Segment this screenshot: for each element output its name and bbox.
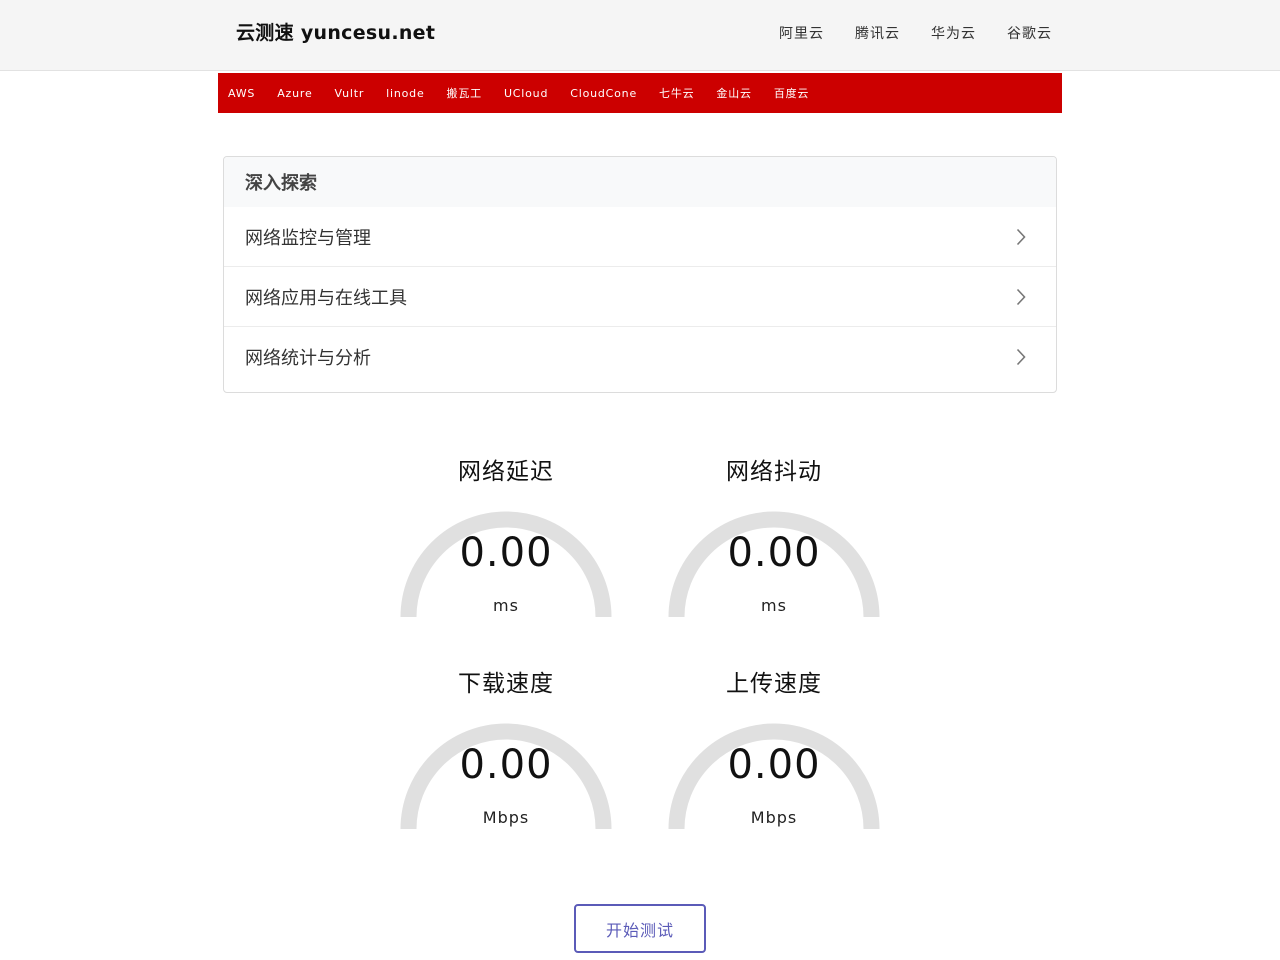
explore-panel-title: 深入探索: [224, 157, 1056, 207]
top-nav: 阿里云 腾讯云 华为云 谷歌云: [779, 23, 1083, 43]
provider-bar: AWS Azure Vultr linode 搬瓦工 UCloud CloudC…: [218, 73, 1062, 113]
explore-item-monitoring[interactable]: 网络监控与管理: [224, 207, 1056, 267]
gauge-jitter: 网络抖动 0.00 ms: [664, 452, 884, 652]
provider-link-vultr[interactable]: Vultr: [335, 87, 365, 100]
provider-link-qiniu[interactable]: 七牛云: [659, 85, 694, 101]
gauge-value: 0.00: [459, 742, 553, 788]
gauge-unit: ms: [493, 596, 519, 615]
provider-link-ucloud[interactable]: UCloud: [504, 87, 548, 100]
start-test-button[interactable]: 开始测试: [574, 904, 706, 953]
gauge-unit: ms: [761, 596, 787, 615]
nav-link-google[interactable]: 谷歌云: [1007, 23, 1052, 43]
nav-link-huawei[interactable]: 华为云: [931, 23, 976, 43]
explore-item-online-tools[interactable]: 网络应用与在线工具: [224, 267, 1056, 327]
nav-link-aliyun[interactable]: 阿里云: [779, 23, 824, 43]
provider-link-bandwagon[interactable]: 搬瓦工: [447, 85, 482, 101]
provider-link-linode[interactable]: linode: [386, 87, 424, 100]
chevron-right-icon: [1016, 348, 1026, 366]
site-logo-title[interactable]: 云测速 yuncesu.net: [236, 18, 435, 45]
gauge-value: 0.00: [727, 530, 821, 576]
explore-panel: 深入探索 网络监控与管理 网络应用与在线工具 网络统计与分析: [223, 156, 1057, 393]
gauge-unit: Mbps: [750, 808, 798, 827]
explore-item-statistics[interactable]: 网络统计与分析: [224, 327, 1056, 387]
nav-link-tencent[interactable]: 腾讯云: [855, 23, 900, 43]
chevron-right-icon: [1016, 228, 1026, 246]
explore-item-label: 网络监控与管理: [245, 227, 371, 249]
gauge-latency: 网络延迟 0.00 ms: [396, 452, 616, 652]
chevron-right-icon: [1016, 288, 1026, 306]
provider-link-kingsoft[interactable]: 金山云: [716, 85, 751, 101]
top-header: 云测速 yuncesu.net 阿里云 腾讯云 华为云 谷歌云: [0, 0, 1280, 71]
explore-item-label: 网络应用与在线工具: [245, 287, 407, 309]
provider-link-aws[interactable]: AWS: [228, 87, 255, 100]
provider-link-cloudcone[interactable]: CloudCone: [570, 87, 637, 100]
provider-link-azure[interactable]: Azure: [277, 87, 312, 100]
gauge-value: 0.00: [727, 742, 821, 788]
gauge-value: 0.00: [459, 530, 553, 576]
gauge-upload: 上传速度 0.00 Mbps: [664, 664, 884, 864]
gauge-download: 下载速度 0.00 Mbps: [396, 664, 616, 864]
provider-link-baidu[interactable]: 百度云: [774, 85, 809, 101]
explore-item-label: 网络统计与分析: [245, 348, 371, 369]
gauge-unit: Mbps: [482, 808, 530, 827]
